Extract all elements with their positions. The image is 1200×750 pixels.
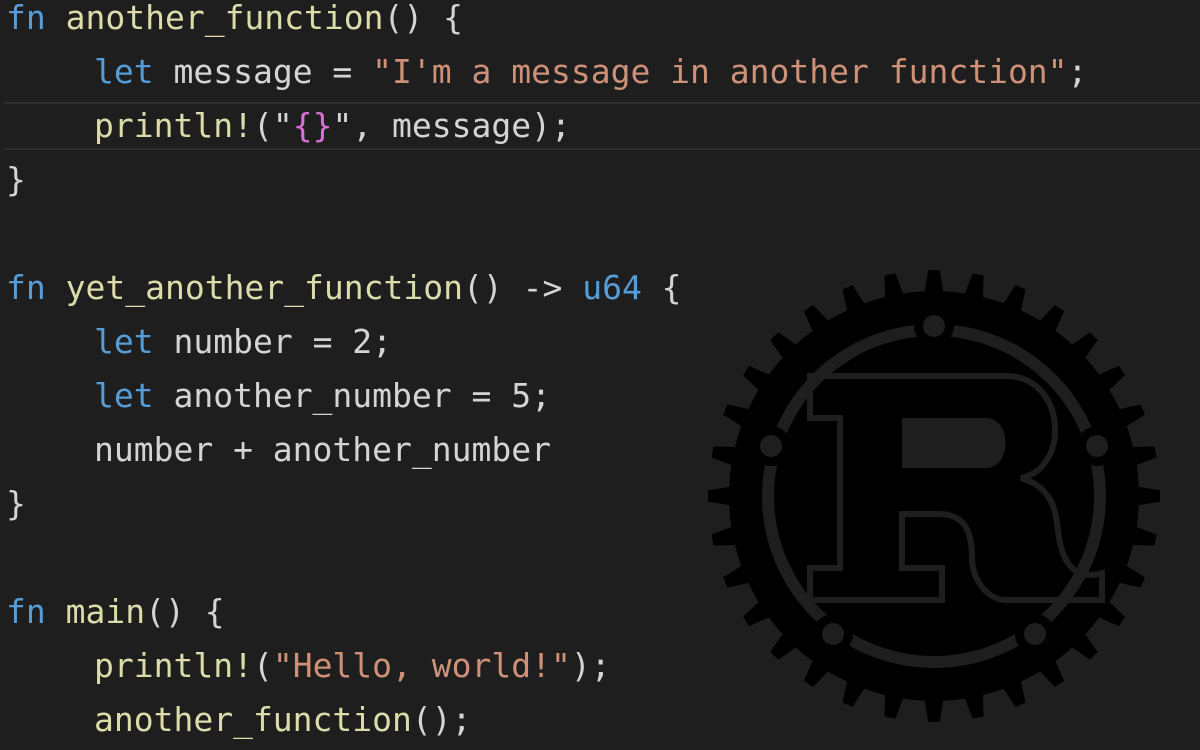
code-text: (" [252, 106, 293, 145]
code-text: ", message); [332, 106, 571, 145]
function-name: main [65, 592, 146, 631]
string-literal: "I'm a message in another function" [372, 52, 1068, 91]
keyword: let [94, 52, 154, 91]
code-text: () { [383, 0, 463, 37]
macro-name: println! [94, 646, 253, 685]
code-area[interactable]: fn another_function() { let message = "I… [4, 0, 1200, 747]
current-code-line[interactable]: println!("{}", message); [4, 99, 1200, 153]
code-line[interactable]: let another_number = 5; [6, 369, 1200, 423]
function-call: another_function [94, 700, 412, 739]
code-line[interactable]: } [6, 153, 1200, 207]
code-text: = 5; [451, 376, 551, 415]
code-text: } [6, 160, 26, 199]
code-text: (); [411, 700, 472, 739]
keyword: let [94, 376, 154, 415]
variable-name: message [173, 52, 313, 91]
keyword: let [94, 322, 154, 361]
code-text: () -> [462, 268, 583, 307]
string-literal: "Hello, world!" [272, 646, 571, 685]
code-line[interactable] [6, 531, 1200, 585]
code-text: = 2; [292, 322, 393, 361]
type-name: u64 [582, 268, 642, 307]
code-line[interactable]: number + another_number [6, 423, 1200, 477]
code-text: = [312, 52, 373, 91]
code-text: } [6, 484, 26, 523]
code-line[interactable]: fn another_function() { [6, 0, 1200, 45]
macro-name: println! [94, 106, 253, 145]
function-name: another_function [65, 0, 384, 37]
code-line[interactable]: let message = "I'm a message in another … [6, 45, 1200, 99]
code-line[interactable] [6, 207, 1200, 261]
code-editor[interactable]: fn another_function() { let message = "I… [0, 0, 1200, 750]
keyword: fn [6, 0, 46, 37]
code-line[interactable]: fn main() { [6, 585, 1200, 639]
code-line[interactable]: } [6, 477, 1200, 531]
keyword: fn [6, 592, 46, 631]
code-line[interactable]: let number = 2; [6, 315, 1200, 369]
variable-name: number [173, 322, 293, 361]
code-text: () { [145, 592, 225, 631]
code-line[interactable]: fn yet_another_function() -> u64 { [6, 261, 1200, 315]
code-line[interactable]: another_function(); [6, 693, 1200, 747]
function-name: yet_another_function [65, 268, 463, 307]
variable-name: another_number [173, 376, 452, 415]
keyword: fn [6, 268, 46, 307]
code-text: ( [252, 646, 273, 685]
code-text: ); [570, 646, 611, 685]
format-placeholder: {} [292, 106, 333, 145]
code-text: ; [1067, 52, 1088, 91]
code-text: { [641, 268, 682, 307]
code-line[interactable]: println!("Hello, world!"); [6, 639, 1200, 693]
code-text: number + another_number [94, 430, 551, 469]
